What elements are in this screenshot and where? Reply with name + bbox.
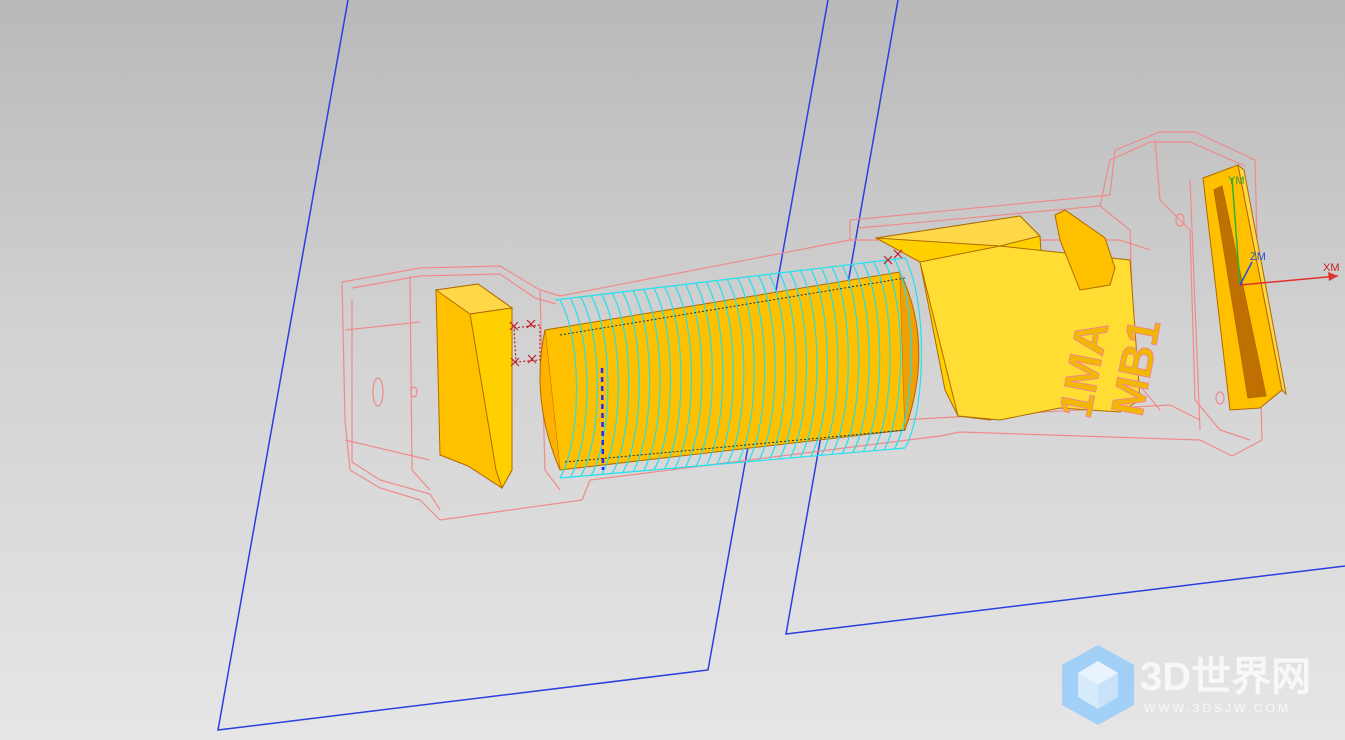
axis-x-label: XM [1323,262,1340,274]
axis-z-label: ZM [1250,251,1266,263]
axis-y-label: YM [1228,175,1245,187]
graphics-viewport[interactable]: 1MA MB1 XM YM ZM 3D世界网 WWW.3DSJW.COM [0,0,1345,740]
part-marking: 1MA MB1 [1048,314,1171,422]
watermark-title: 3D世界网 [1140,655,1311,699]
watermark: 3D世界网 WWW.3DSJW.COM [1062,645,1311,725]
watermark-url: WWW.3DSJW.COM [1144,701,1291,715]
cube-logo-icon [1062,645,1134,725]
